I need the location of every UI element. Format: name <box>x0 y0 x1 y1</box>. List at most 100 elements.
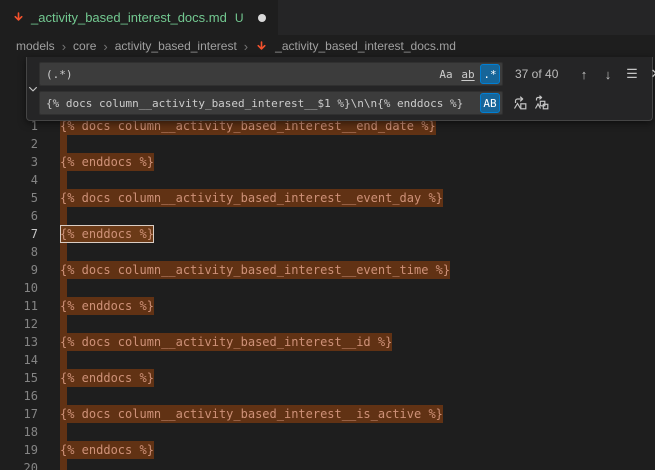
tab-bar: _activity_based_interest_docs.md U <box>0 0 655 35</box>
find-match: {% docs column__activity_based_interest_… <box>60 405 443 423</box>
line-content <box>60 459 67 470</box>
line-content: {% enddocs %} <box>60 441 154 459</box>
breadcrumb-separator-icon: › <box>62 39 66 54</box>
line-number: 5 <box>0 189 38 207</box>
find-nav-buttons: ↑ ↓ ☰ ✕ <box>573 63 655 85</box>
line-content: {% docs column__activity_based_interest_… <box>60 261 450 279</box>
editor-line[interactable]: 12 <box>0 315 655 333</box>
find-match: {% enddocs %} <box>60 441 154 459</box>
editor-line[interactable]: 3 {% enddocs %} <box>0 153 655 171</box>
find-match: {% enddocs %} <box>60 297 154 315</box>
find-input[interactable]: (.*) Aa ab .* <box>39 62 503 86</box>
replace-all-button[interactable] <box>531 92 553 114</box>
find-row: (.*) Aa ab .* 37 of 40 ↑ ↓ ☰ ✕ <box>39 61 655 87</box>
line-content <box>60 243 67 261</box>
find-replace-widget: (.*) Aa ab .* 37 of 40 ↑ ↓ ☰ ✕ {% docs c… <box>26 57 653 121</box>
editor-line[interactable]: 18 <box>0 423 655 441</box>
tab-filename: _activity_based_interest_docs.md <box>31 10 227 25</box>
editor-line[interactable]: 17 {% docs column__activity_based_interes… <box>0 405 655 423</box>
empty-line-find-match <box>60 171 67 189</box>
whole-word-button[interactable]: ab <box>458 64 478 84</box>
modified-indicator-dot[interactable] <box>258 14 266 22</box>
breadcrumb-item-core[interactable]: core <box>73 39 96 53</box>
line-content: {% docs column__activity_based_interest_… <box>60 333 392 351</box>
editor-line[interactable]: 14 <box>0 351 655 369</box>
line-number: 14 <box>0 351 38 369</box>
empty-line-find-match <box>60 315 67 333</box>
line-content <box>60 315 67 333</box>
dbt-file-icon <box>255 40 268 53</box>
line-number: 17 <box>0 405 38 423</box>
line-content <box>60 351 67 369</box>
line-number: 18 <box>0 423 38 441</box>
line-number: 19 <box>0 441 38 459</box>
empty-line-find-match <box>60 459 67 470</box>
replace-input-value: {% docs column__activity_based_interest_… <box>46 97 478 110</box>
line-content: {% docs column__activity_based_interest_… <box>60 189 443 207</box>
editor-line[interactable]: 6 <box>0 207 655 225</box>
results-count: 37 of 40 <box>515 67 573 81</box>
line-content <box>60 207 67 225</box>
find-input-value: (.*) <box>46 68 434 81</box>
find-match: {% docs column__activity_based_interest_… <box>60 189 443 207</box>
preserve-case-button[interactable]: AB <box>480 93 500 113</box>
replace-input[interactable]: {% docs column__activity_based_interest_… <box>39 91 503 115</box>
editor-line[interactable]: 16 <box>0 387 655 405</box>
editor-line[interactable]: 4 <box>0 171 655 189</box>
editor-lines: 1{% docs column__activity_based_interest… <box>0 117 655 470</box>
line-number: 16 <box>0 387 38 405</box>
git-status-badge: U <box>235 11 244 25</box>
line-content: {% enddocs %} <box>60 297 154 315</box>
editor-line[interactable]: 8 <box>0 243 655 261</box>
editor-line[interactable]: 5 {% docs column__activity_based_interest… <box>0 189 655 207</box>
regex-button[interactable]: .* <box>480 64 500 84</box>
find-match: {% docs column__activity_based_interest_… <box>60 333 392 351</box>
breadcrumb-separator-icon: › <box>103 39 107 54</box>
toggle-replace-chevron-icon[interactable] <box>27 61 39 116</box>
editor-line[interactable]: 2 <box>0 135 655 153</box>
line-content <box>60 171 67 189</box>
empty-line-find-match <box>60 423 67 441</box>
editor-line[interactable]: 13 {% docs column__activity_based_interes… <box>0 333 655 351</box>
find-in-selection-button[interactable]: ☰ <box>621 63 643 85</box>
find-match: {% docs column__activity_based_interest_… <box>60 261 450 279</box>
breadcrumb: models›core›activity_based_interest› _ac… <box>0 35 655 57</box>
line-number: 10 <box>0 279 38 297</box>
editor-line[interactable]: 9 {% docs column__activity_based_interest… <box>0 261 655 279</box>
dbt-file-icon <box>12 11 25 24</box>
empty-line-find-match <box>60 351 67 369</box>
line-number: 13 <box>0 333 38 351</box>
line-number: 8 <box>0 243 38 261</box>
empty-line-find-match <box>60 279 67 297</box>
line-number: 11 <box>0 297 38 315</box>
next-match-button[interactable]: ↓ <box>597 63 619 85</box>
line-content <box>60 135 67 153</box>
line-number: 9 <box>0 261 38 279</box>
editor-line[interactable]: 7{% enddocs %} <box>0 225 655 243</box>
empty-line-find-match <box>60 207 67 225</box>
line-content: {% enddocs %} <box>60 369 154 387</box>
line-content <box>60 387 67 405</box>
empty-line-find-match <box>60 243 67 261</box>
previous-match-button[interactable]: ↑ <box>573 63 595 85</box>
tab-activity-based-interest-docs[interactable]: _activity_based_interest_docs.md U <box>0 0 279 35</box>
editor-line[interactable]: 10 <box>0 279 655 297</box>
line-number: 6 <box>0 207 38 225</box>
breadcrumb-item-activity_based_interest[interactable]: activity_based_interest <box>115 39 237 53</box>
close-find-button[interactable]: ✕ <box>645 63 655 85</box>
line-number: 20 <box>0 459 38 470</box>
match-case-button[interactable]: Aa <box>436 64 456 84</box>
line-content: {% docs column__activity_based_interest_… <box>60 405 443 423</box>
find-match: {% enddocs %} <box>60 153 154 171</box>
line-number: 7 <box>0 225 38 243</box>
breadcrumb-item-_activity_based_interest_docs.md[interactable]: _activity_based_interest_docs.md <box>275 39 456 53</box>
editor-line[interactable]: 11 {% enddocs %} <box>0 297 655 315</box>
line-number: 12 <box>0 315 38 333</box>
editor-line[interactable]: 19 {% enddocs %} <box>0 441 655 459</box>
replace-button[interactable] <box>509 92 531 114</box>
line-number: 3 <box>0 153 38 171</box>
breadcrumb-item-models[interactable]: models <box>16 39 55 53</box>
editor-line[interactable]: 15 {% enddocs %} <box>0 369 655 387</box>
line-number: 15 <box>0 369 38 387</box>
editor-line[interactable]: 20 <box>0 459 655 470</box>
